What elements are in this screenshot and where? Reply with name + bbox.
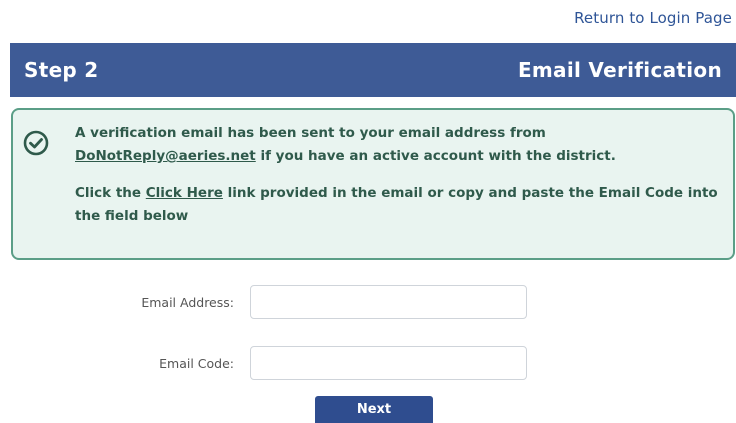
email-code-label: Email Code: [159,356,234,371]
alert-message: A verification email has been sent to yo… [75,122,727,228]
alert-line1-prefix: A verification email has been sent to yo… [75,125,546,141]
check-circle-icon [23,130,49,156]
alert-line2-prefix: Click the [75,185,146,201]
verification-alert: A verification email has been sent to yo… [11,108,735,260]
step-title: Email Verification [517,58,722,82]
return-to-login-link[interactable]: Return to Login Page [574,9,732,27]
alert-line1-suffix: if you have an active account with the d… [255,148,616,164]
email-address-label: Email Address: [141,295,234,310]
sender-email-link[interactable]: DoNotReply@aeries.net [75,148,256,164]
email-code-input[interactable] [250,346,527,380]
alert-paragraph-2: Click the Click Here link provided in th… [75,182,727,228]
click-here-link[interactable]: Click Here [146,185,223,201]
next-button[interactable]: Next [315,396,433,423]
step-header: Step 2 Email Verification [10,43,736,97]
email-verification-page: Return to Login Page Step 2 Email Verifi… [0,0,736,423]
step-label: Step 2 [24,58,99,82]
alert-paragraph-1: A verification email has been sent to yo… [75,122,727,168]
email-address-input[interactable] [250,285,527,319]
